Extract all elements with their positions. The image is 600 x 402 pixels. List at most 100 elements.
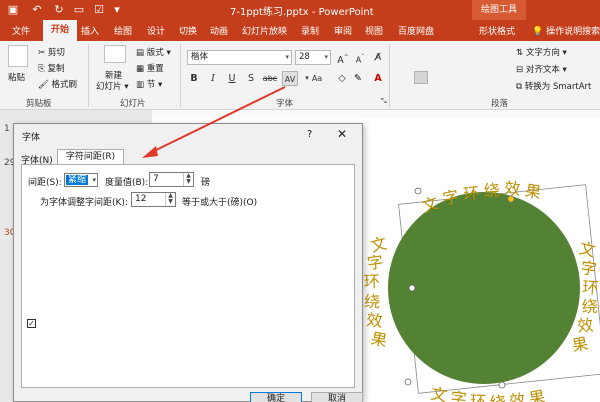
align-left-icon[interactable] <box>396 71 410 84</box>
spacing-select[interactable]: 紧缩 ▾ <box>64 173 98 187</box>
amount-label: 度量值(B): <box>105 178 149 188</box>
clear-icon[interactable]: ◇ <box>334 71 350 86</box>
align-right-icon[interactable] <box>432 71 446 84</box>
kerning-suffix-label: 等于或大于(磅)(O) <box>182 198 258 208</box>
copy-icon: ⎘ <box>38 64 45 74</box>
justify-icon[interactable] <box>450 71 464 84</box>
presenter-icon[interactable]: ▭ <box>72 3 86 17</box>
tab-shape-format[interactable]: 形状格式 <box>479 24 515 37</box>
clear-format-icon[interactable]: A̸ <box>370 50 386 65</box>
chevron-down-icon: ▾ <box>285 53 289 61</box>
amount-input[interactable]: 7 ▲ ▼ <box>149 172 194 187</box>
tab-file[interactable]: 文件 <box>12 24 30 37</box>
font-size-combo[interactable]: 28 ▾ <box>295 50 331 65</box>
italic-button[interactable]: I <box>205 71 221 86</box>
chevron-down-icon: ▾ <box>324 53 328 61</box>
font-name-combo[interactable]: 楷体 ▾ <box>187 50 292 65</box>
layout-button[interactable]: ▤ 版式 ▾ <box>136 46 171 58</box>
tab-record[interactable]: 录制 <box>301 24 319 37</box>
tab-slideshow[interactable]: 幻灯片放映 <box>242 24 287 37</box>
help-button[interactable]: ? <box>307 129 312 140</box>
spacing-label: 间距(S): <box>28 178 62 188</box>
cancel-button[interactable]: 取消 <box>311 392 363 402</box>
points-unit-label: 磅 <box>201 178 211 188</box>
close-icon[interactable]: ✕ <box>337 127 347 141</box>
tab-view[interactable]: 视图 <box>365 24 383 37</box>
tab-character-spacing[interactable]: 字符间距(R) <box>57 149 124 165</box>
numbering-icon[interactable] <box>420 50 434 63</box>
distribute-icon[interactable] <box>468 71 482 84</box>
tab-design[interactable]: 设计 <box>147 24 165 37</box>
chevron-down-icon: ▾ <box>92 176 96 184</box>
document-title: 7-1ppt练习.pptx - PowerPoint <box>230 7 374 18</box>
copy-button[interactable]: ⎘ 复制 <box>38 62 65 74</box>
divider <box>180 44 181 107</box>
redo-icon[interactable]: ↻ <box>52 3 66 17</box>
tab-baidu-netdisk[interactable]: 百度网盘 <box>398 24 434 37</box>
checkbox-icon[interactable]: ☑ <box>92 3 106 17</box>
slide-number: 1 <box>4 124 10 134</box>
convert-smartart-button[interactable]: ⧉ 转换为 SmartArt <box>516 80 591 92</box>
bullets-icon[interactable] <box>396 50 410 63</box>
new-slide-icon[interactable] <box>104 45 126 63</box>
clipboard-group-label: 剪贴板 <box>26 99 52 109</box>
grow-font-icon[interactable]: A^ <box>335 50 351 66</box>
paste-button[interactable]: 粘贴 <box>8 71 25 83</box>
cut-button[interactable]: ✂ 剪切 <box>38 46 65 58</box>
paragraph-group-label: 段落 <box>491 99 509 109</box>
shadow-button[interactable]: S <box>243 71 259 86</box>
new-slide-label-2[interactable]: 幻灯片 ▾ <box>96 80 129 92</box>
tab-draw[interactable]: 绘图 <box>114 24 132 37</box>
kerning-checkbox[interactable]: ✓ <box>27 319 36 328</box>
scissors-icon: ✂ <box>38 48 46 58</box>
align-text-icon: ⊟ <box>516 65 524 75</box>
underline-button[interactable]: U <box>224 71 240 86</box>
font-group-label: 字体 <box>276 99 294 109</box>
tab-transitions[interactable]: 切换 <box>179 24 197 37</box>
format-painter-button[interactable]: 🖌 格式刷 <box>38 78 77 90</box>
columns-icon[interactable] <box>488 71 502 84</box>
save-icon[interactable]: ▣ <box>6 3 20 17</box>
title-bar: ▣ ↶ ↻ ▭ ☑ ▾ 7-1ppt练习.pptx - PowerPoint 绘… <box>0 0 600 20</box>
tab-insert[interactable]: 插入 <box>81 24 99 37</box>
drawing-tools-title: 绘图工具 <box>472 0 526 20</box>
character-spacing-button[interactable]: AV <box>282 71 298 86</box>
strikethrough-button[interactable]: abc <box>260 71 280 86</box>
text-direction-icon: ⇅ <box>516 48 524 58</box>
divider <box>88 44 89 107</box>
increase-indent-icon[interactable] <box>464 50 478 63</box>
brush-icon: 🖌 <box>38 80 49 90</box>
kerning-input[interactable]: 12 ▲ ▼ <box>131 192 176 207</box>
align-text-button[interactable]: ⊟ 对齐文本 ▾ <box>516 63 567 75</box>
ribbon-tab-row: 文件 插入 绘图 设计 切换 动画 幻灯片放映 录制 审阅 视图 百度网盘 形状… <box>0 20 600 41</box>
font-color-icon[interactable]: A <box>370 71 386 86</box>
align-center-icon[interactable] <box>414 71 428 84</box>
quick-access-more-icon[interactable]: ▾ <box>110 3 124 17</box>
divider <box>389 44 390 107</box>
decrease-indent-icon[interactable] <box>446 50 460 63</box>
bold-button[interactable]: B <box>186 71 202 86</box>
change-case-button[interactable]: Aa <box>308 71 326 86</box>
dialog-launcher-icon[interactable]: ⤡ <box>381 97 387 106</box>
font-dialog: 字体 ? ✕ 字体(N) 字符间距(R) 间距(S): 紧缩 ▾ 度量值(B): … <box>13 123 363 402</box>
tab-home[interactable]: 开始 <box>43 20 77 41</box>
spinner-arrows-icon[interactable]: ▲ ▼ <box>165 193 175 206</box>
ok-button[interactable]: 确定 <box>250 392 302 402</box>
paste-icon[interactable] <box>8 45 28 67</box>
lightbulb-icon: 💡 <box>532 27 544 37</box>
tab-review[interactable]: 审阅 <box>334 24 352 37</box>
undo-icon[interactable]: ↶ <box>30 3 44 17</box>
section-button[interactable]: ▥ 节 ▾ <box>136 78 162 90</box>
text-direction-button[interactable]: ⇅ 文字方向 ▾ <box>516 46 567 58</box>
smartart-icon: ⧉ <box>516 82 523 92</box>
slides-group-label: 幻灯片 <box>120 99 146 109</box>
section-icon: ▥ <box>136 80 145 90</box>
shrink-font-icon[interactable]: Aˇ <box>352 50 368 65</box>
reset-button[interactable]: ▦ 重置 <box>136 62 164 74</box>
kerning-label: 为字体调整字间距(K): <box>40 198 128 208</box>
spinner-arrows-icon[interactable]: ▲ ▼ <box>183 173 193 186</box>
help-search[interactable]: 💡 操作说明搜索 <box>532 24 600 37</box>
highlight-icon[interactable]: ✎ <box>350 71 366 86</box>
line-spacing-icon[interactable] <box>484 50 498 63</box>
tab-animations[interactable]: 动画 <box>210 24 228 37</box>
